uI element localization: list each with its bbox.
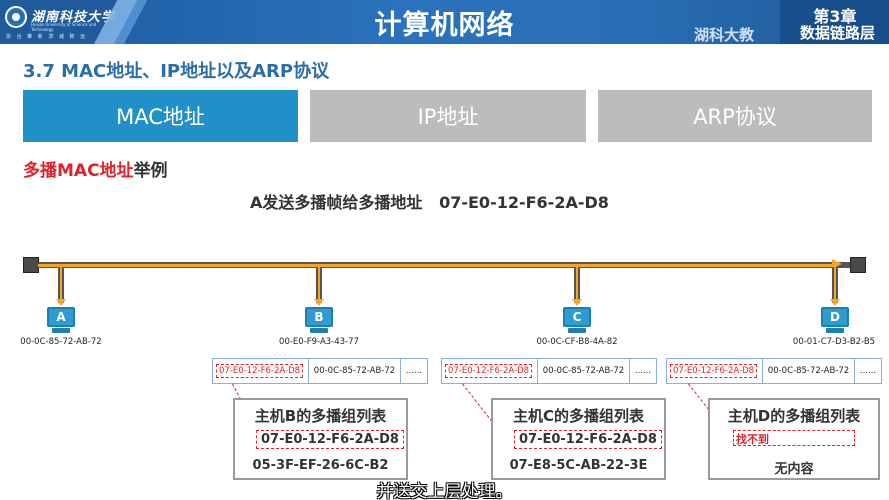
course-title: 计算机网络 <box>374 10 515 41</box>
computer-icon: C <box>563 307 591 327</box>
frame-d: 07-E0-12-F6-2A-D8 00-0C-85-72-AB-72 ....… <box>666 358 882 384</box>
computer-icon: A <box>47 307 75 327</box>
computer-stand <box>568 328 586 333</box>
bus-terminator-right <box>850 257 866 273</box>
host-d: D <box>821 307 849 334</box>
drop-cable-d <box>832 267 838 303</box>
computer-stand <box>310 328 328 333</box>
signal-arrow-icon <box>572 299 582 306</box>
example-title: 多播MAC地址举例 <box>23 156 168 181</box>
group-mac-match: 07-E0-12-F6-2A-D8 <box>514 430 662 449</box>
frame-rest: ...... <box>859 366 877 376</box>
drop-cable-b <box>316 267 322 303</box>
frame-dst-mac: 07-E0-12-F6-2A-D8 <box>670 364 758 378</box>
frame-c: 07-E0-12-F6-2A-D8 00-0C-85-72-AB-72 ....… <box>441 358 657 384</box>
group-mac-other: 05-3F-EF-26-6C-B2 <box>252 458 389 473</box>
signal-arrow-icon <box>56 299 66 306</box>
host-a: A <box>47 307 75 334</box>
frame-rest: ...... <box>405 366 423 376</box>
group-list-title: 主机B的多播组列表 <box>254 407 387 425</box>
group-mac-match: 07-E0-12-F6-2A-D8 <box>256 430 404 449</box>
send-description: A发送多播帧给多播地址 07-E0-12-F6-2A-D8 <box>250 193 609 212</box>
host-b: B <box>305 307 333 334</box>
video-subtitle: 并送交上层处理。 <box>376 482 513 500</box>
group-list-b: 主机B的多播组列表 07-E0-12-F6-2A-D8 05-3F-EF-26-… <box>233 398 408 480</box>
tab-mac-address[interactable]: MAC地址 <box>23 90 298 142</box>
frame-dst-field: 07-E0-12-F6-2A-D8 <box>667 359 763 383</box>
computer-stand <box>826 328 844 333</box>
header-bar: 湖南科技大学 Hunan University of Science and T… <box>0 0 889 44</box>
frame-dst-mac: 07-E0-12-F6-2A-D8 <box>445 364 533 378</box>
match-connector <box>462 382 494 422</box>
group-list-title: 主机D的多播组列表 <box>727 407 861 425</box>
host-c: C <box>563 307 591 334</box>
signal-arrow-icon <box>314 299 324 306</box>
bus-terminator-left <box>23 257 39 273</box>
frame-rest: ...... <box>634 366 652 376</box>
example-title-highlight: 多播MAC地址 <box>23 161 134 181</box>
drop-cable-a <box>58 267 64 303</box>
tab-arp-protocol[interactable]: ARP协议 <box>598 90 872 142</box>
not-found-box: 找不到 <box>733 430 855 446</box>
host-d-mac: 00-01-C7-D3-B2-B5 <box>792 337 876 347</box>
group-mac-other: 07-E8-5C-AB-22-3E <box>509 458 648 473</box>
frame-dst-mac: 07-E0-12-F6-2A-D8 <box>216 364 304 378</box>
signal-arrow-icon <box>830 299 840 306</box>
frame-b: 07-E0-12-F6-2A-D8 00-0C-85-72-AB-72 ....… <box>212 358 428 384</box>
bus-signal-line <box>38 264 836 267</box>
frame-src-mac: 00-0C-85-72-AB-72 <box>538 359 630 383</box>
computer-icon: D <box>821 307 849 327</box>
tab-ip-address[interactable]: IP地址 <box>310 90 586 142</box>
frame-src-mac: 00-0C-85-72-AB-72 <box>309 359 401 383</box>
host-a-mac: 00-0C-85-72-AB-72 <box>20 337 102 347</box>
school-label: 湖科大教 <box>694 26 755 44</box>
not-found-label: 找不到 <box>736 433 769 446</box>
section-title: 3.7 MAC地址、IP地址以及ARP协议 <box>23 61 330 82</box>
group-list-d: 主机D的多播组列表 找不到 无内容 <box>708 398 880 480</box>
group-empty-label: 无内容 <box>774 462 814 477</box>
drop-cable-c <box>574 267 580 303</box>
host-b-mac: 00-E0-F9-A3-43-77 <box>279 337 359 347</box>
frame-dst-field: 07-E0-12-F6-2A-D8 <box>442 359 538 383</box>
computer-stand <box>52 328 70 333</box>
frame-dst-field: 07-E0-12-F6-2A-D8 <box>213 359 309 383</box>
host-c-mac: 00-0C-CF-B8-4A-82 <box>536 337 618 347</box>
computer-icon: B <box>305 307 333 327</box>
group-list-c: 主机C的多播组列表 07-E0-12-F6-2A-D8 07-E8-5C-AB-… <box>491 398 666 480</box>
chapter-name: 数据链路层 <box>799 24 875 42</box>
frame-src-mac: 00-0C-85-72-AB-72 <box>763 359 855 383</box>
example-title-suffix: 举例 <box>133 161 168 181</box>
group-list-title: 主机C的多播组列表 <box>512 407 644 425</box>
